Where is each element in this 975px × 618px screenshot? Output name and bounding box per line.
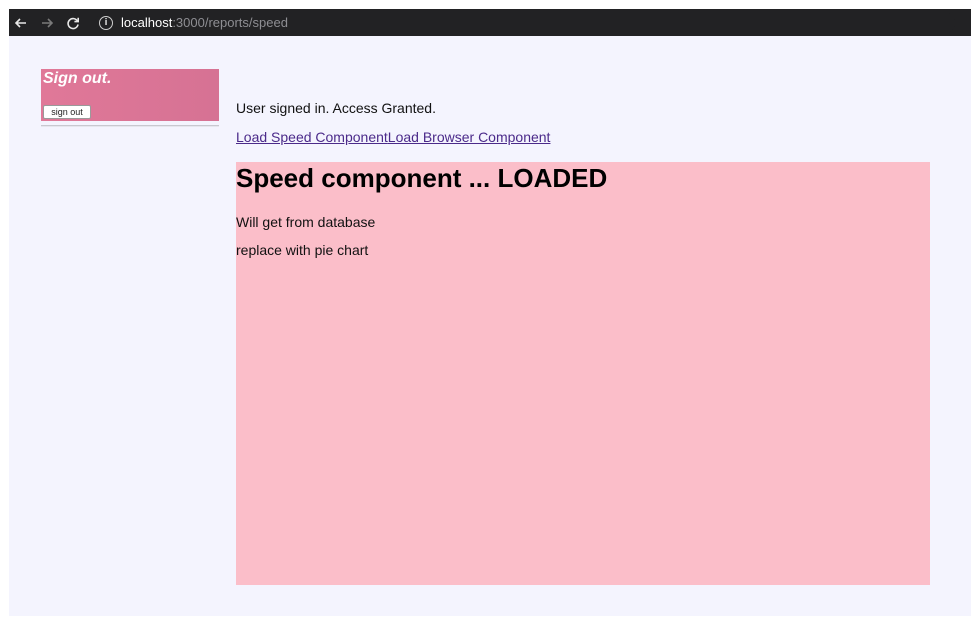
address-bar[interactable]: i localhost:3000/reports/speed bbox=[95, 11, 955, 34]
speed-component-text-1: Will get from database bbox=[236, 214, 376, 230]
speed-component-text-2: replace with pie chart bbox=[236, 242, 369, 258]
component-links: Load Speed ComponentLoad Browser Compone… bbox=[236, 129, 550, 145]
browser-toolbar: i localhost:3000/reports/speed bbox=[9, 9, 971, 36]
signout-title: Sign out. bbox=[43, 70, 112, 87]
signout-button[interactable]: sign out bbox=[43, 105, 91, 119]
speed-component: Speed component ... LOADED Will get from… bbox=[236, 162, 930, 585]
url-host: localhost bbox=[121, 15, 173, 30]
reload-icon[interactable] bbox=[61, 11, 85, 35]
load-browser-link[interactable]: Load Browser Component bbox=[388, 129, 551, 145]
back-icon[interactable] bbox=[9, 11, 33, 35]
speed-component-title: Speed component ... LOADED bbox=[236, 163, 608, 193]
signout-panel: Sign out. sign out bbox=[41, 69, 219, 121]
load-speed-link[interactable]: Load Speed Component bbox=[236, 129, 388, 145]
forward-icon[interactable] bbox=[35, 11, 59, 35]
url-path: :3000/reports/speed bbox=[172, 15, 288, 30]
page-content: Sign out. sign out User signed in. Acces… bbox=[9, 36, 971, 616]
status-message: User signed in. Access Granted. bbox=[236, 100, 436, 116]
info-icon[interactable]: i bbox=[99, 15, 113, 30]
divider bbox=[41, 125, 219, 127]
